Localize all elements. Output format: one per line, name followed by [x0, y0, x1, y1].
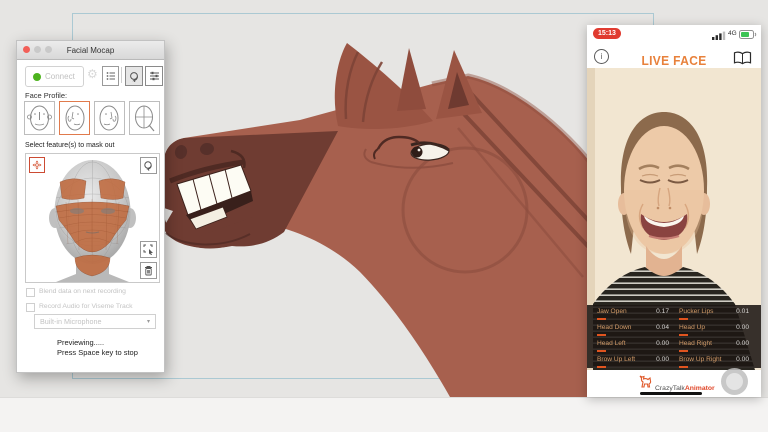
signal-bars-icon [712, 31, 726, 40]
panel-title: Facial Mocap [17, 46, 164, 55]
param-value: 0.01 [719, 308, 749, 315]
param-label: Head Right [679, 340, 712, 347]
face-profile-label: Face Profile: [25, 91, 67, 100]
param-label: Head Down [597, 324, 631, 331]
brand-name-part2: Animator [685, 385, 715, 392]
blend-data-label: Blend data on next recording [39, 288, 126, 295]
toolbar-separator [121, 67, 122, 83]
param-value: 0.00 [639, 356, 669, 363]
record-audio-checkbox[interactable] [26, 303, 35, 312]
panel-titlebar[interactable]: Facial Mocap [17, 41, 164, 60]
battery-icon [739, 30, 757, 39]
face-full-icon [25, 102, 54, 134]
face-profile-full-button[interactable] [24, 101, 55, 135]
live-face-phone-screen: 15:13 4G i LIVE FACE [587, 25, 761, 397]
preview-status-line2: Press Space key to stop [57, 348, 138, 357]
face-profile-three-quarter-left-button[interactable] [59, 101, 90, 135]
marquee-select-icon [143, 244, 154, 255]
face-side-icon [130, 102, 159, 134]
record-audio-label: Record Audio for Viseme Track [39, 303, 133, 310]
face-three-quarter-left-icon [60, 102, 89, 134]
face-profile-three-quarter-right-button[interactable] [94, 101, 125, 135]
chevron-down-icon: ▾ [147, 318, 150, 325]
param-label: Brow Up Right [679, 356, 722, 363]
face-three-quarter-right-icon [95, 102, 124, 134]
shutter-button-inner [726, 373, 743, 390]
sliders-icon [149, 71, 160, 81]
select-region-button[interactable] [140, 241, 157, 258]
home-indicator[interactable] [640, 392, 702, 395]
calibration-list-button[interactable] [102, 66, 119, 86]
preview-status-line1: Previewing..... [57, 338, 104, 347]
mask-move-icon [32, 160, 42, 170]
param-label: Brow Up Left [597, 356, 635, 363]
facial-mocap-panel: Facial Mocap Connect ⚙ [16, 40, 165, 373]
rotate-head-icon [143, 160, 154, 171]
param-label: Head Up [679, 324, 705, 331]
brand-name-part1: CrazyTalk [655, 385, 685, 392]
model-rotate-button[interactable] [140, 157, 157, 174]
app-window: 00:00:000 Facial Mocap Connect ⚙ [0, 0, 768, 432]
param-value: 0.00 [719, 324, 749, 331]
face-mask-model-box[interactable] [25, 153, 160, 283]
param-label: Head Left [597, 340, 626, 347]
mask-section-label: Select feature(s) to mask out [25, 142, 114, 149]
crazytalk-logo-icon [639, 374, 652, 388]
recording-time-badge[interactable]: 15:13 [593, 28, 621, 39]
playback-toolbar: 00:00:000 [0, 397, 768, 432]
connect-status-icon [33, 73, 41, 81]
settings-gear-icon[interactable]: ⚙ [87, 67, 98, 81]
param-label: Jaw Open [597, 308, 627, 315]
blend-data-checkbox[interactable] [26, 288, 35, 297]
param-value: 0.00 [719, 356, 749, 363]
help-book-button[interactable] [733, 51, 752, 65]
preview-rotate-button[interactable] [125, 66, 143, 86]
connect-label: Connect [45, 72, 75, 81]
delete-mask-button[interactable] [140, 262, 157, 279]
microphone-dropdown-value: Built-in Microphone [40, 317, 102, 326]
mask-paint-tool-button[interactable] [29, 157, 45, 173]
param-label: Pucker Lips [679, 308, 713, 315]
list-icon [106, 71, 116, 81]
connect-button[interactable]: Connect [25, 66, 84, 87]
live-face-title: LIVE FACE [594, 53, 754, 68]
param-value: 0.00 [719, 340, 749, 347]
param-value: 0.00 [639, 340, 669, 347]
network-type-label: 4G [728, 30, 737, 37]
mocap-settings-button[interactable] [145, 66, 163, 86]
mocap-parameters-overlay: Jaw Open 0.17 Pucker Lips 0.01 Head Down… [587, 305, 761, 368]
microphone-dropdown[interactable]: Built-in Microphone ▾ [34, 314, 156, 329]
trash-icon [144, 265, 153, 276]
head-rotate-icon [129, 71, 140, 82]
face-profile-side-button[interactable] [129, 101, 160, 135]
param-value: 0.04 [639, 324, 669, 331]
param-value: 0.17 [639, 308, 669, 315]
